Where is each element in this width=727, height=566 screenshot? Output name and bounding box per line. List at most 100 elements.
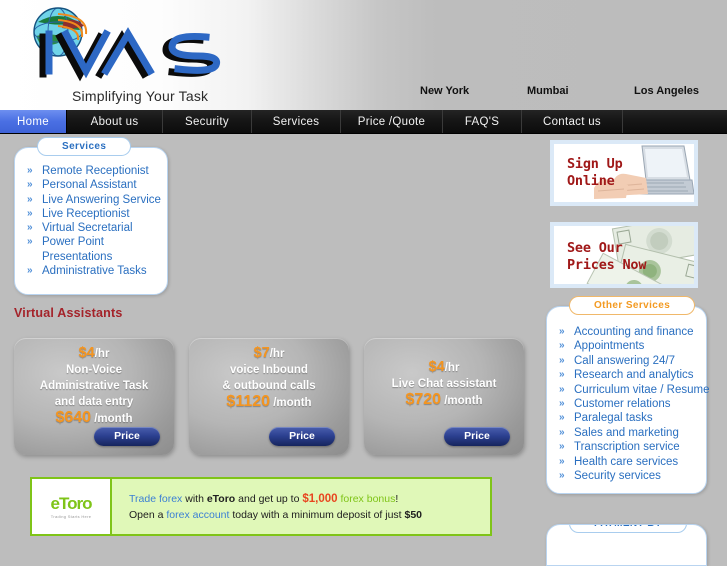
nav-item-faqs[interactable]: FAQ'S — [443, 110, 522, 133]
sign-up-online-banner[interactable]: Sign Up Online — [550, 140, 698, 206]
card-desc-line-2: & outbound calls — [222, 380, 316, 392]
etoro-ad-line-1: Trade forex with eToro and get up to $1,… — [129, 491, 422, 507]
other-service-item-research[interactable]: » Research and analytics — [557, 368, 706, 382]
bullet-icon: » — [27, 265, 33, 277]
bullet-icon: » — [559, 369, 565, 381]
bullet-icon: » — [27, 165, 33, 176]
payment-by-panel: PAYMENT BY — [546, 524, 707, 566]
service-item-personal-assistant[interactable]: » Personal Assistant — [25, 178, 167, 192]
other-service-item-security[interactable]: » Security services — [557, 469, 706, 483]
nav-item-about-us[interactable]: About us — [67, 110, 163, 133]
other-service-item-paralegal[interactable]: » Paralegal tasks — [557, 411, 706, 425]
etoro-logo: eToro Trading Starts Here — [32, 479, 112, 534]
card-monthly-unit: /month — [273, 397, 312, 409]
other-services-list: » Accounting and finance » Appointments » C… — [547, 307, 709, 491]
etoro-deposit-amount: $50 — [404, 508, 423, 521]
other-service-item-customer-relations[interactable]: » Customer relations — [557, 397, 706, 411]
price-card-voice[interactable]: $7/hr voice Inbound & outbound calls $11… — [189, 338, 349, 455]
other-service-item-health-care[interactable]: » Health care services — [557, 455, 706, 469]
bullet-icon: » — [559, 455, 565, 467]
card-rate-line: $4/hr — [14, 345, 174, 362]
card-monthly-line: $640 /month — [14, 410, 174, 427]
other-service-label: Appointments — [574, 340, 645, 353]
other-service-label: Transcription service — [574, 441, 680, 454]
other-service-label: Paralegal tasks — [574, 412, 653, 425]
card-rate-amount: $7 — [253, 345, 270, 361]
card-rate-unit: /hr — [94, 348, 110, 360]
bullet-icon: » — [559, 470, 565, 482]
bullet-icon: » — [559, 412, 565, 424]
other-service-item-call-answering[interactable]: » Call answering 24/7 — [557, 354, 706, 368]
bullet-icon: » — [27, 193, 33, 205]
other-services-panel: Other Services » Accounting and finance »… — [546, 296, 709, 494]
nav-item-contact-us[interactable]: Contact us — [522, 110, 623, 133]
other-service-label: Health care services — [574, 455, 679, 468]
etoro-text-getupto: and get up to — [235, 492, 303, 505]
bullet-icon: » — [559, 398, 565, 410]
other-service-label: Customer relations — [574, 398, 671, 411]
service-item-power-point-line2[interactable]: Presentations — [25, 250, 167, 264]
etoro-text-open: Open a — [129, 508, 167, 521]
service-label: Live Answering Service — [42, 193, 161, 206]
price-card-live-chat[interactable]: $4/hr Live Chat assistant $720 /month Pr… — [364, 338, 524, 455]
service-label: Virtual Secretarial — [42, 222, 133, 235]
card-rate-amount: $4 — [78, 345, 95, 361]
bullet-icon: » — [559, 383, 565, 395]
service-item-live-receptionist[interactable]: » Live Receptionist — [25, 207, 167, 221]
price-card-non-voice[interactable]: $4/hr Non-Voice Administrative Task and … — [14, 338, 174, 455]
nav-item-services[interactable]: Services — [252, 110, 341, 133]
site-logo[interactable]: Simplifying Your Task — [14, 4, 254, 104]
service-item-remote-receptionist[interactable]: » Remote Receptionist — [25, 164, 167, 178]
card-rate-amount: $4 — [428, 359, 445, 375]
see-prices-banner[interactable]: See Our Prices Now — [550, 222, 698, 288]
nav-item-security[interactable]: Security — [163, 110, 252, 133]
etoro-text-deposit: today with a minimum deposit of just — [229, 508, 405, 521]
price-button[interactable]: Price — [444, 427, 510, 446]
etoro-trade-forex-link[interactable]: Trade forex — [129, 493, 182, 505]
card-monthly-unit: /month — [94, 413, 133, 425]
bullet-icon: » — [559, 340, 565, 352]
other-service-label: Accounting and finance — [574, 326, 694, 338]
etoro-logo-subtitle: Trading Starts Here — [50, 513, 92, 519]
city-label-mumbai: Mumbai — [527, 85, 569, 97]
nav-item-price-quote[interactable]: Price /Quote — [341, 110, 443, 133]
service-item-virtual-secretarial[interactable]: » Virtual Secretarial — [25, 221, 167, 235]
card-desc-line-1: voice Inbound — [230, 364, 308, 376]
etoro-ad-banner[interactable]: eToro Trading Starts Here Trade forex wi… — [30, 477, 492, 536]
card-rate-line: $7/hr — [189, 345, 349, 362]
bullet-icon: » — [27, 222, 33, 234]
price-button[interactable]: Price — [94, 427, 160, 446]
service-item-administrative-tasks[interactable]: » Administrative Tasks — [25, 264, 167, 278]
other-service-label: Security services — [574, 470, 661, 483]
site-header: Simplifying Your Task New York Mumbai Lo… — [0, 0, 727, 110]
services-list: » Remote Receptionist » Personal Assistant… — [15, 148, 167, 288]
bullet-icon: » — [27, 207, 33, 219]
logo-graphic — [33, 7, 221, 82]
other-service-item-transcription[interactable]: » Transcription service — [557, 440, 706, 454]
other-services-panel-title: Other Services — [569, 296, 696, 315]
nav-item-home[interactable]: Home — [0, 110, 67, 133]
service-label: Power Point — [42, 236, 105, 249]
etoro-forex-account-link[interactable]: forex account — [166, 509, 229, 521]
service-item-live-answering-service[interactable]: » Live Answering Service — [25, 193, 167, 207]
service-item-power-point[interactable]: » Power Point — [25, 235, 167, 249]
card-monthly-line: $720 /month — [364, 392, 524, 409]
price-button[interactable]: Price — [269, 427, 335, 446]
card-desc-line-1: Live Chat assistant — [391, 378, 497, 390]
service-label: Live Receptionist — [42, 207, 130, 220]
sign-up-online-text: Sign Up Online — [567, 156, 623, 189]
logo-tagline: Simplifying Your Task — [72, 88, 209, 104]
services-panel-title: Services — [37, 137, 132, 156]
bullet-icon: » — [27, 179, 33, 191]
card-desc-line-2: Administrative Task — [39, 380, 149, 392]
other-service-item-sales-marketing[interactable]: » Sales and marketing — [557, 426, 706, 440]
page-section-heading: Virtual Assistants — [14, 306, 123, 320]
card-monthly-line: $1120 /month — [189, 394, 349, 411]
city-label-new-york: New York — [420, 85, 470, 97]
service-label: Personal Assistant — [42, 179, 137, 192]
service-label: Presentations — [42, 250, 113, 263]
other-service-item-appointments[interactable]: » Appointments — [557, 339, 706, 353]
other-service-item-accounting[interactable]: » Accounting and finance — [557, 325, 706, 339]
other-service-item-cv-resume[interactable]: » Curriculum vitae / Resume — [557, 383, 709, 397]
etoro-bonus-amount: $1,000 — [302, 492, 338, 505]
